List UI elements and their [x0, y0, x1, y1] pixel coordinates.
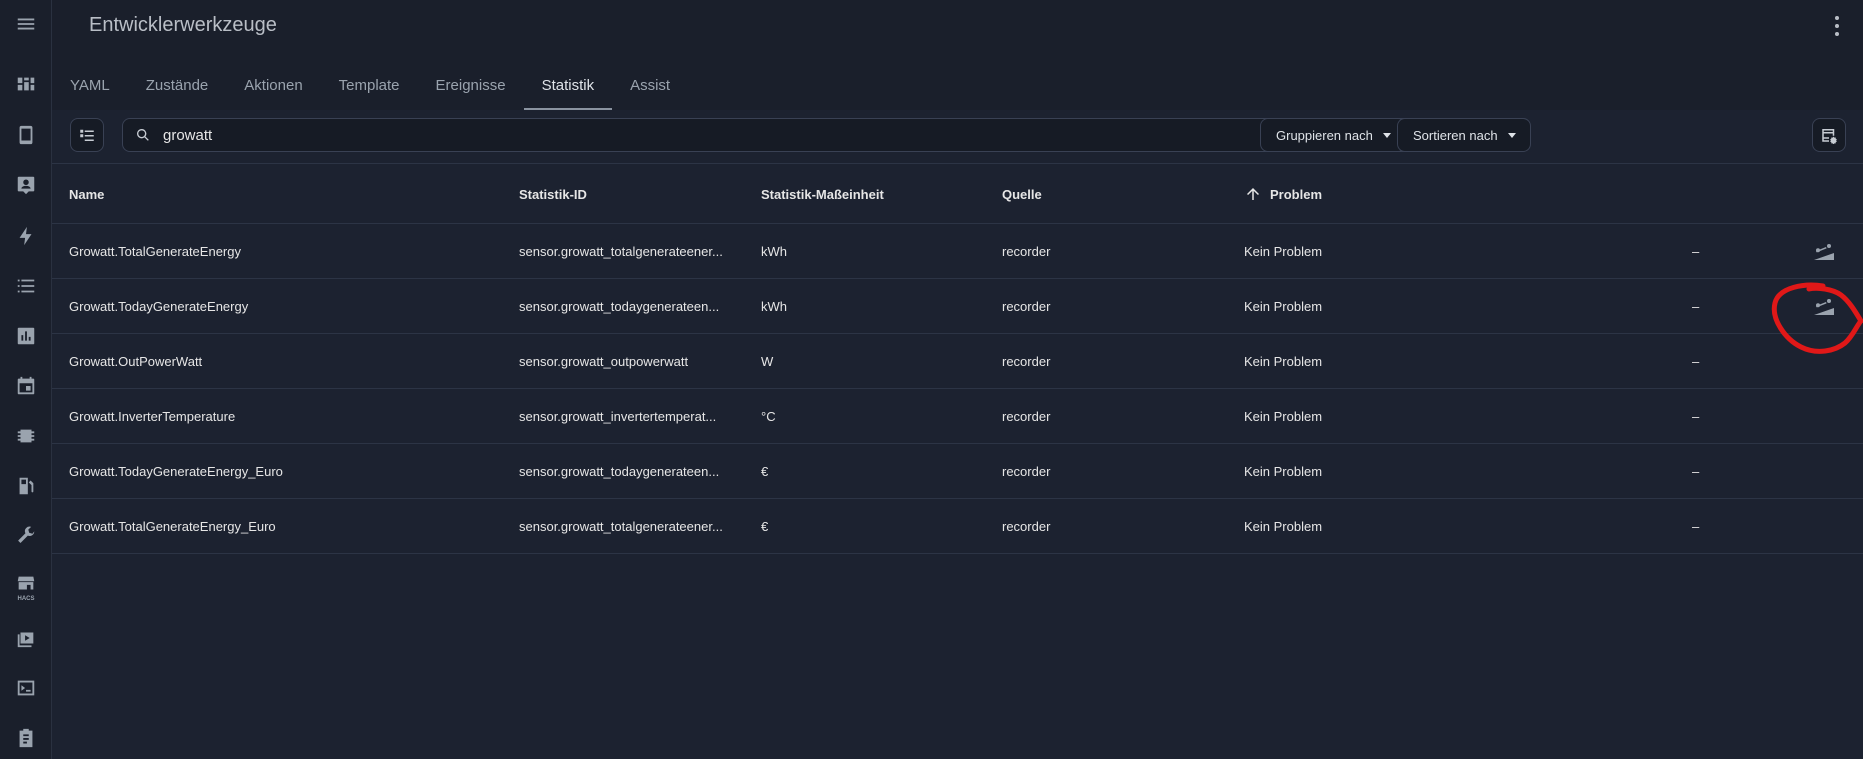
cell-problem: Kein Problem	[1244, 464, 1323, 479]
cell-name: Growatt.TodayGenerateEnergy	[69, 299, 249, 314]
cell-name: Growatt.TodayGenerateEnergy_Euro	[69, 464, 283, 479]
adjust-sum-icon	[1814, 243, 1834, 260]
table-settings-button[interactable]	[1812, 118, 1846, 152]
dashboard-icon[interactable]	[10, 68, 42, 100]
tab-bar: YAML Zustände Aktionen Template Ereignis…	[52, 60, 688, 110]
sort-by-dropdown[interactable]: Sortieren nach	[1397, 118, 1531, 152]
cell-id: sensor.growatt_todaygenerateen...	[519, 464, 720, 479]
cell-source: recorder	[1002, 299, 1051, 314]
chevron-down-icon	[1382, 132, 1391, 138]
arrow-up-icon	[1247, 188, 1259, 200]
cell-unit: °C	[761, 409, 776, 424]
tab-template[interactable]: Template	[321, 60, 418, 110]
tab-yaml[interactable]: YAML	[52, 60, 128, 110]
chart-bar-icon[interactable]	[10, 320, 42, 352]
calendar-icon[interactable]	[10, 370, 42, 402]
cell-dash: –	[1692, 409, 1700, 424]
table-row[interactable]: Growatt.TotalGenerateEnergy sensor.growa…	[52, 224, 1863, 279]
col-header-id[interactable]: Statistik-ID	[519, 164, 729, 224]
table-row[interactable]: Growatt.TodayGenerateEnergy sensor.growa…	[52, 279, 1863, 334]
table-row[interactable]: Growatt.TotalGenerateEnergy_Euro sensor.…	[52, 499, 1863, 554]
col-header-name[interactable]: Name	[69, 164, 499, 224]
cell-unit: kWh	[761, 299, 787, 314]
cell-source: recorder	[1002, 519, 1051, 534]
tablet-icon[interactable]	[10, 119, 42, 151]
search-icon	[137, 129, 149, 141]
account-box-icon[interactable]	[10, 169, 42, 201]
more-vert-icon[interactable]	[1831, 14, 1843, 38]
tab-assist[interactable]: Assist	[612, 60, 688, 110]
cell-unit: €	[761, 519, 769, 534]
cell-problem: Kein Problem	[1244, 354, 1323, 369]
cell-name: Growatt.TotalGenerateEnergy	[69, 244, 241, 259]
col-header-problem[interactable]: Problem	[1244, 164, 1544, 224]
toolbar: Gruppieren nach Sortieren nach	[52, 110, 1863, 164]
fuel-pump-icon[interactable]	[10, 470, 42, 502]
cell-problem: Kein Problem	[1244, 244, 1323, 259]
clipboard-icon[interactable]	[10, 722, 42, 754]
group-by-dropdown[interactable]: Gruppieren nach	[1260, 118, 1406, 152]
group-by-label: Gruppieren nach	[1276, 127, 1373, 143]
cell-source: recorder	[1002, 354, 1051, 369]
cell-source: recorder	[1002, 464, 1051, 479]
sort-by-label: Sortieren nach	[1413, 127, 1498, 143]
cell-dash: –	[1692, 244, 1700, 259]
cell-problem: Kein Problem	[1244, 299, 1323, 314]
col-header-source[interactable]: Quelle	[1002, 164, 1202, 224]
col-header-unit[interactable]: Statistik-Maßeinheit	[761, 164, 961, 224]
cell-problem: Kein Problem	[1244, 519, 1323, 534]
statistics-table: Name Statistik-ID Statistik-Maßeinheit Q…	[52, 164, 1863, 554]
table-header: Name Statistik-ID Statistik-Maßeinheit Q…	[52, 164, 1863, 224]
tab-events[interactable]: Ereignisse	[418, 60, 524, 110]
filter-button[interactable]	[70, 118, 104, 152]
cell-dash: –	[1692, 299, 1700, 314]
chip-icon[interactable]	[10, 420, 42, 452]
tab-statistics[interactable]: Statistik	[523, 60, 613, 110]
lightning-icon[interactable]	[10, 220, 42, 252]
annotation-circle	[1771, 282, 1863, 354]
sidebar: HACS	[0, 0, 52, 759]
cell-unit: €	[761, 464, 769, 479]
filter-list-icon	[80, 129, 94, 141]
table-cog-icon	[1822, 129, 1837, 144]
table-row[interactable]: Growatt.InverterTemperature sensor.growa…	[52, 389, 1863, 444]
cell-id: sensor.growatt_totalgenerateener...	[519, 244, 723, 259]
console-icon[interactable]	[10, 672, 42, 704]
cell-source: recorder	[1002, 244, 1051, 259]
chevron-down-icon	[1507, 132, 1516, 138]
cell-unit: W	[761, 354, 774, 369]
tab-states[interactable]: Zustände	[128, 60, 227, 110]
cell-source: recorder	[1002, 409, 1051, 424]
cell-id: sensor.growatt_todaygenerateen...	[519, 299, 720, 314]
cell-name: Growatt.TotalGenerateEnergy_Euro	[69, 519, 276, 534]
media-play-icon[interactable]	[10, 622, 42, 654]
cell-id: sensor.growatt_totalgenerateener...	[519, 519, 723, 534]
cell-unit: kWh	[761, 244, 787, 259]
adjust-sum-button[interactable]	[1806, 224, 1842, 279]
cell-id: sensor.growatt_invertertemperat...	[519, 409, 717, 424]
hacs-label: HACS	[17, 596, 35, 602]
cell-name: Growatt.InverterTemperature	[69, 409, 236, 424]
page-title: Entwicklerwerkzeuge	[89, 14, 277, 36]
cell-name: Growatt.OutPowerWatt	[69, 354, 203, 369]
cell-problem: Kein Problem	[1244, 409, 1323, 424]
cell-id: sensor.growatt_outpowerwatt	[519, 354, 689, 369]
menu-icon[interactable]	[10, 8, 42, 40]
cell-dash: –	[1692, 354, 1700, 369]
cell-dash: –	[1692, 519, 1700, 534]
cell-dash: –	[1692, 464, 1700, 479]
table-row[interactable]: Growatt.TodayGenerateEnergy_Euro sensor.…	[52, 444, 1863, 499]
table-row[interactable]: Growatt.OutPowerWatt sensor.growatt_outp…	[52, 334, 1863, 389]
list-icon[interactable]	[10, 270, 42, 302]
wrench-icon[interactable]	[10, 520, 42, 552]
tab-actions[interactable]: Aktionen	[226, 60, 320, 110]
col-header-problem-label: Problem	[1270, 186, 1323, 202]
